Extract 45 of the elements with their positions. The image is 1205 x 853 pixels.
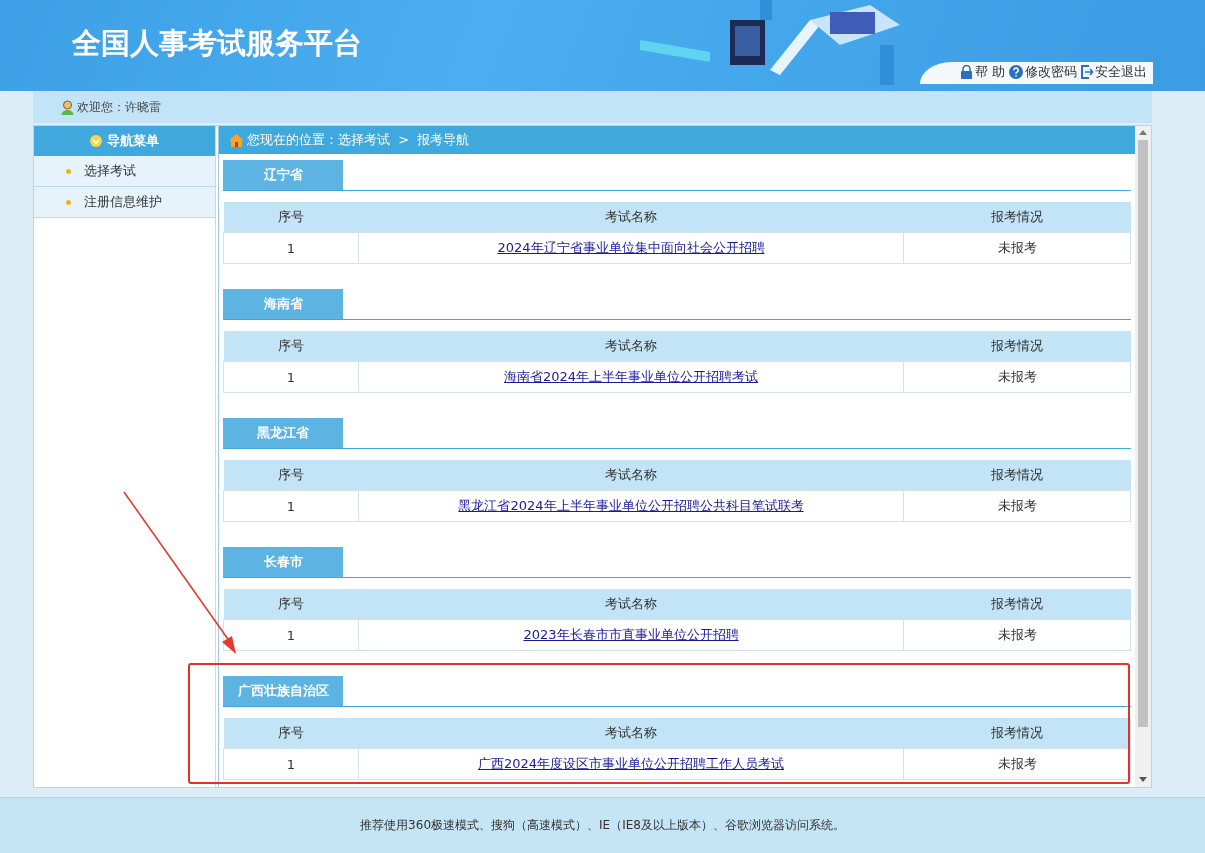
chevron-down-icon [90, 135, 102, 147]
help-icon [1009, 65, 1023, 79]
lock-icon [959, 65, 973, 79]
column-header: 序号 [223, 331, 359, 362]
column-header: 报考情况 [903, 589, 1131, 620]
scroll-down-icon[interactable] [1139, 777, 1147, 783]
column-header: 考试名称 [358, 718, 904, 749]
status-cell: 未报考 [903, 361, 1131, 393]
column-header: 报考情况 [903, 460, 1131, 491]
logout-link[interactable]: 安全退出 [1081, 63, 1147, 81]
password-link[interactable]: 修改密码 [1009, 63, 1077, 81]
column-header: 序号 [223, 589, 359, 620]
column-header: 考试名称 [358, 589, 904, 620]
column-header: 报考情况 [903, 331, 1131, 362]
help-link[interactable]: 帮 助 [959, 63, 1005, 81]
column-header: 序号 [223, 202, 359, 233]
nav-menu-title: 导航菜单 [107, 132, 159, 150]
site-title: 全国人事考试服务平台 [72, 25, 362, 62]
exam-link[interactable]: 2023年长春市市直事业单位公开招聘 [523, 627, 739, 642]
scrollbar[interactable] [1135, 126, 1151, 787]
column-header: 序号 [223, 460, 359, 491]
welcome-text: 欢迎您：许晓雷 [77, 98, 161, 116]
status-cell: 未报考 [903, 619, 1131, 651]
breadcrumb-text: 您现在的位置：选择考试 > 报考导航 [247, 131, 470, 149]
table-cell: 1 [223, 490, 359, 522]
logout-icon [1081, 65, 1093, 79]
nav-menu-item[interactable]: 选择考试 [34, 156, 215, 187]
status-cell: 未报考 [903, 490, 1131, 522]
column-header: 报考情况 [903, 202, 1131, 233]
table-cell: 1 [223, 619, 359, 651]
nav-menu-item[interactable]: 注册信息维护 [34, 187, 215, 218]
status-cell: 未报考 [903, 748, 1131, 780]
footer-text: 推荐使用360极速模式、搜狗（高速模式）、IE（IE8及以上版本）、谷歌浏览器访问系统。 [360, 817, 845, 834]
column-header: 考试名称 [358, 331, 904, 362]
column-header: 报考情况 [903, 718, 1131, 749]
column-header: 序号 [223, 718, 359, 749]
table-cell: 1 [223, 232, 359, 264]
scroll-up-icon[interactable] [1139, 130, 1147, 136]
table-cell: 1 [223, 361, 359, 393]
column-header: 考试名称 [358, 460, 904, 491]
table-cell: 1 [223, 748, 359, 780]
user-icon [61, 99, 74, 115]
status-cell: 未报考 [903, 232, 1131, 264]
column-header: 考试名称 [358, 202, 904, 233]
home-icon [229, 133, 244, 147]
